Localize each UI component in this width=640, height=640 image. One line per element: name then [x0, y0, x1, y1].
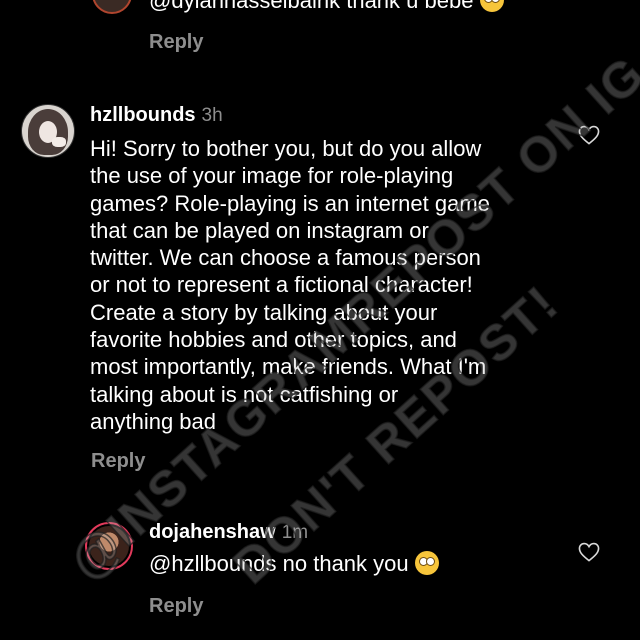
comment-line: twitter. We can choose a famous person: [90, 245, 481, 271]
hzllbounds-avatar[interactable]: [21, 104, 75, 158]
top-comment-reply-button[interactable]: Reply: [149, 31, 203, 54]
comment-header: hzllbounds 3h: [90, 104, 223, 127]
reply-like-heart-icon[interactable]: [578, 542, 600, 562]
top-comment-body: @dylanhasselbaink thank u bebe: [149, 0, 474, 13]
pleading-face-emoji-icon: [414, 551, 439, 575]
pleading-face-emoji-icon: [479, 0, 504, 12]
comment-line: or not to represent a fictional characte…: [90, 272, 473, 298]
top-comment-text: @dylanhasselbaink thank u bebe: [149, 0, 504, 14]
username-link[interactable]: hzllbounds: [90, 104, 196, 126]
comment-line: anything bad: [90, 408, 216, 434]
main-comment-reply-button[interactable]: Reply: [91, 450, 145, 473]
reply-comment-reply-button[interactable]: Reply: [149, 595, 203, 618]
top-comment-avatar[interactable]: [92, 0, 132, 14]
comment-timestamp: 3h: [201, 105, 223, 126]
